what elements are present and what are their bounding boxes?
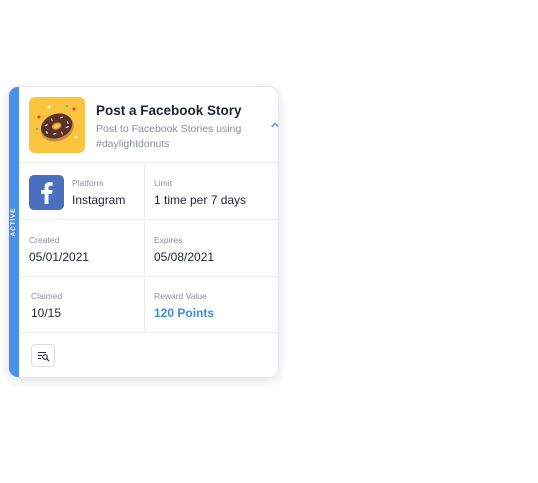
status-label: ACTIVE xyxy=(10,207,17,237)
row-dates: Created 05/01/2021 Expires 05/08/2021 xyxy=(19,221,278,277)
column-divider xyxy=(144,164,145,219)
card-subtitle: Post to Facebook Stories using #daylight… xyxy=(96,123,242,150)
status-strip: ACTIVE xyxy=(9,87,19,377)
card-title: Post a Facebook Story xyxy=(96,103,242,118)
row-platform-limit: Platform Instagram Limit 1 time per 7 da… xyxy=(19,164,278,220)
view-details-button[interactable] xyxy=(31,344,55,367)
chevron-up-icon[interactable] xyxy=(270,120,279,130)
limit-label: Limit xyxy=(154,178,172,188)
limit-value: 1 time per 7 days xyxy=(154,193,247,207)
card-footer xyxy=(19,334,278,377)
claimed-label: Claimed xyxy=(31,291,63,301)
column-divider xyxy=(144,221,145,276)
column-divider xyxy=(144,277,145,332)
donut-icon xyxy=(35,104,78,142)
created-value: 05/01/2021 xyxy=(29,250,90,264)
challenge-card: ACTIVE Post a Facebook Story Post to Fac… xyxy=(8,86,279,378)
created-label: Created xyxy=(29,235,60,245)
facebook-icon xyxy=(29,175,64,210)
card-header[interactable]: Post a Facebook Story Post to Facebook S… xyxy=(19,87,278,163)
claimed-value: 10/15 xyxy=(31,306,62,320)
reward-label: Reward Value xyxy=(154,291,207,301)
search-list-icon xyxy=(38,351,50,362)
thumbnail xyxy=(29,97,85,153)
reward-value: 120 Points xyxy=(154,306,215,320)
platform-label: Platform xyxy=(72,178,104,188)
expires-value: 05/08/2021 xyxy=(154,250,215,264)
expires-label: Expires xyxy=(154,235,183,245)
row-claimed-reward: Claimed 10/15 Reward Value 120 Points xyxy=(19,277,278,333)
platform-value: Instagram xyxy=(72,193,126,207)
